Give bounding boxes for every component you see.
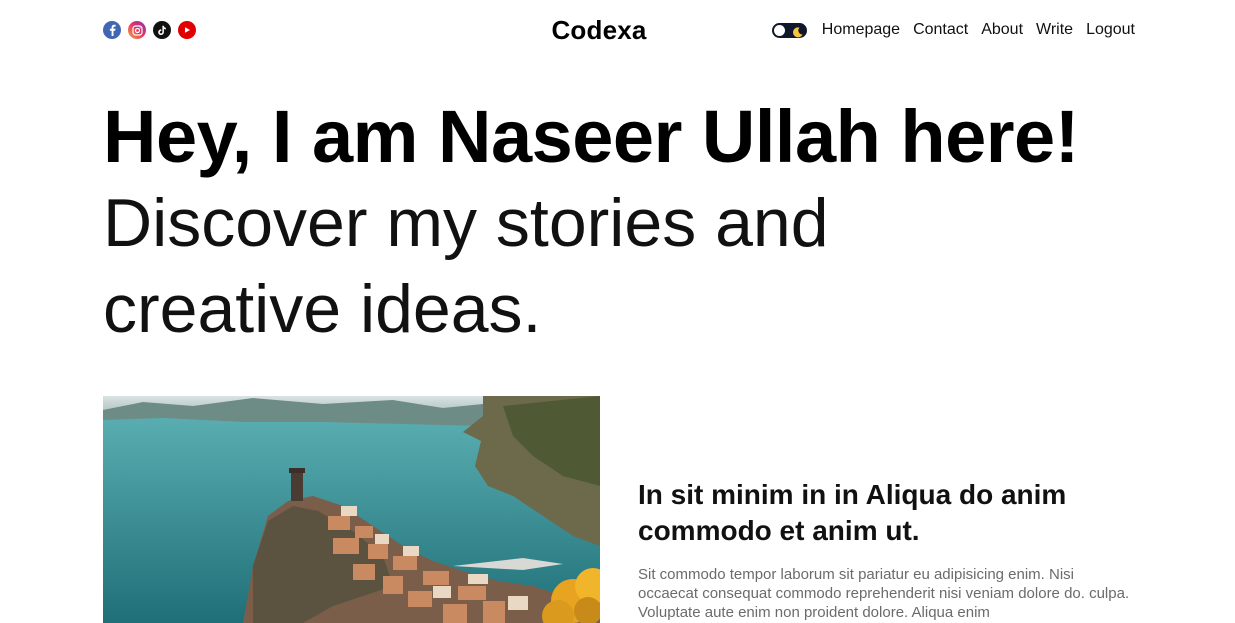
featured-post: In sit minim in in Aliqua do anim commod…	[638, 477, 1135, 622]
post-title[interactable]: In sit minim in in Aliqua do anim commod…	[638, 477, 1135, 549]
youtube-icon[interactable]	[178, 21, 196, 39]
nav-link-write[interactable]: Write	[1036, 19, 1073, 41]
hero-greeting: Hey, I am Naseer Ullah here!	[103, 95, 1079, 178]
instagram-icon[interactable]	[128, 21, 146, 39]
post-description: Sit commodo tempor laborum sit pariatur …	[638, 566, 1130, 621]
social-links	[103, 21, 196, 39]
tiktok-icon[interactable]	[153, 21, 171, 39]
nav-link-contact[interactable]: Contact	[913, 19, 968, 41]
nav-link-logout[interactable]: Logout	[1086, 19, 1135, 41]
nav-link-about[interactable]: About	[981, 19, 1023, 41]
navbar: Codexa Homepage Contact About Write Logo…	[103, 14, 1135, 46]
featured-post-image[interactable]	[103, 396, 600, 623]
site-logo[interactable]: Codexa	[549, 14, 649, 46]
nav-link-homepage[interactable]: Homepage	[822, 19, 900, 41]
moon-icon	[792, 25, 803, 43]
toggle-knob	[773, 24, 785, 36]
hero-tagline: Discover my stories and creative ideas.	[103, 185, 829, 347]
main-nav: Homepage Contact About Write Logout	[771, 19, 1135, 41]
dark-mode-toggle[interactable]	[771, 22, 807, 38]
facebook-icon[interactable]	[103, 21, 121, 39]
hero: Hey, I am Naseer Ullah here! Discover my…	[103, 92, 1135, 352]
